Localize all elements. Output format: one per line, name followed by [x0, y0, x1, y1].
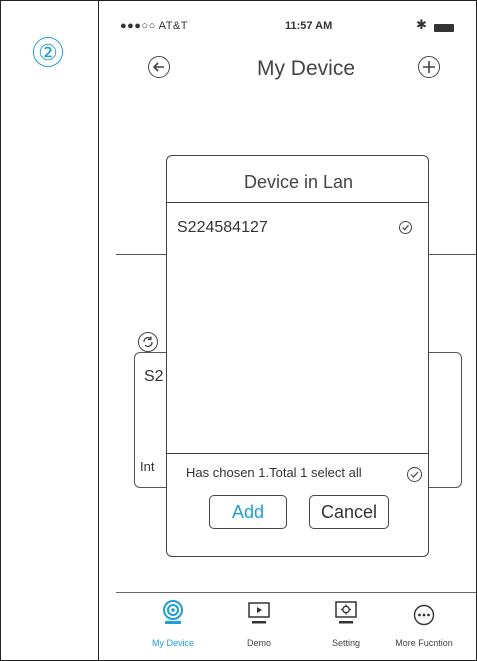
plus-icon	[423, 61, 435, 73]
tab-bar-divider	[116, 592, 476, 593]
tab-label: Demo	[246, 638, 271, 648]
cancel-button[interactable]: Cancel	[309, 495, 389, 529]
device-in-lan-dialog: Device in Lan S224584127 Has chosen 1.To…	[166, 155, 429, 557]
step-number-badge: ②	[33, 37, 63, 67]
tab-label: More Fucntion	[395, 638, 453, 648]
select-all-check-icon[interactable]	[407, 467, 422, 482]
check-circle-icon[interactable]	[399, 221, 412, 234]
dialog-title: Device in Lan	[243, 172, 354, 192]
add-device-button[interactable]	[418, 56, 440, 78]
gear-icon	[335, 601, 357, 624]
refresh-icon[interactable]	[138, 332, 158, 352]
arrow-left-icon	[152, 62, 164, 72]
device-card-status: Int	[140, 459, 155, 474]
phone-screen: ●●●○○ AT&T 11:57 AM ✱ My Device S2 Int D…	[116, 12, 476, 661]
more-icon	[413, 604, 435, 626]
bluetooth-icon: ✱	[416, 17, 427, 32]
page-title: My Device	[256, 57, 356, 80]
camera-icon	[163, 600, 183, 624]
device-card-name: S2	[144, 368, 164, 385]
lan-device-item[interactable]: S224584127	[177, 219, 268, 237]
dialog-title-divider	[167, 202, 428, 203]
status-time: 11:57 AM	[285, 20, 333, 32]
dialog-footer-divider	[167, 453, 428, 454]
status-bar: ●●●○○ AT&T 11:57 AM ✱	[116, 12, 476, 36]
tab-label: Setting	[331, 638, 361, 648]
battery-icon	[434, 24, 454, 32]
column-divider	[98, 0, 99, 661]
add-button[interactable]: Add	[209, 495, 287, 529]
selection-summary: Has chosen 1.Total 1 select all	[186, 465, 362, 480]
carrier-signal: ●●●○○ AT&T	[120, 20, 188, 32]
tab-label: My Device	[151, 638, 194, 648]
play-icon	[248, 602, 270, 624]
back-button[interactable]	[148, 56, 170, 78]
